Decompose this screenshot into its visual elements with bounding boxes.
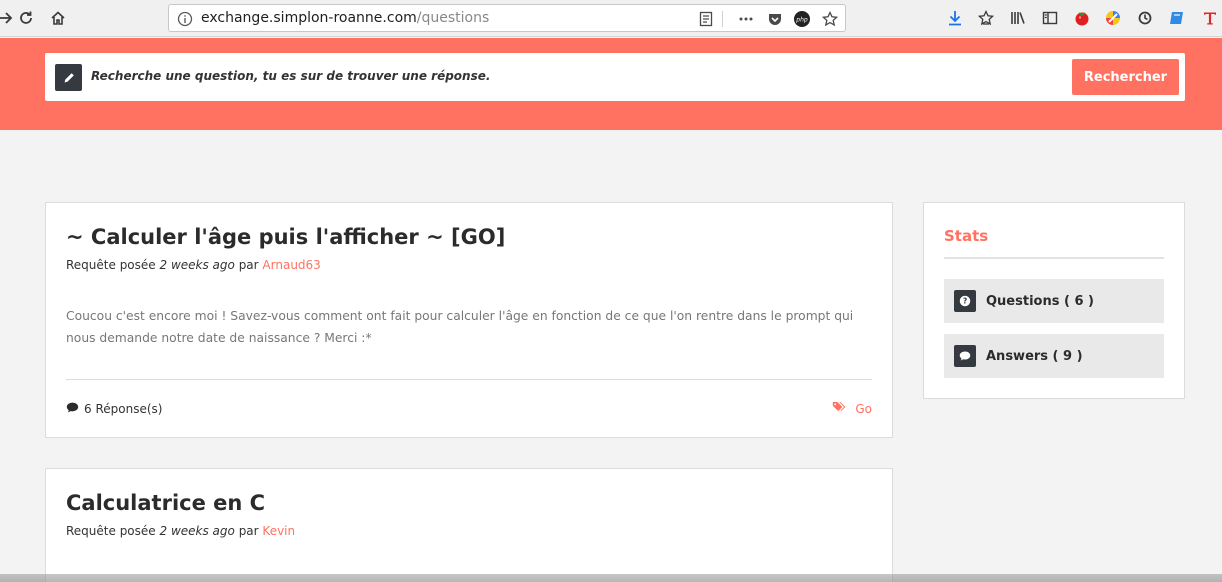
library-icon[interactable] — [1006, 6, 1030, 30]
meta-prefix: Requête posée — [66, 258, 156, 272]
answers-label: 6 Réponse(s) — [84, 402, 163, 416]
pocket-icon[interactable] — [766, 10, 784, 28]
question-title[interactable]: Calculatrice en C — [66, 491, 265, 515]
stats-title: Stats — [944, 227, 989, 245]
svg-text:?: ? — [963, 297, 967, 306]
tag-go[interactable]: Go — [855, 402, 872, 416]
colorpicker-extension-icon[interactable] — [1101, 6, 1125, 30]
bookmark-star-icon[interactable] — [821, 10, 839, 28]
question-icon: ? — [954, 290, 976, 312]
scroll-shadow — [0, 574, 1222, 582]
comment-icon — [66, 401, 79, 417]
tags-icon — [832, 401, 847, 416]
meta-time: 2 weeks ago — [159, 258, 235, 272]
browser-toolbar: exchange.simplon-roanne.com/questions ph… — [0, 0, 1222, 37]
answers-count[interactable]: 6 Réponse(s) — [66, 401, 162, 417]
stat-questions[interactable]: ? Questions ( 6 ) — [944, 279, 1164, 323]
author-link[interactable]: Arnaud63 — [262, 258, 320, 272]
sync-extension-icon[interactable] — [1133, 6, 1157, 30]
sidebar-icon[interactable] — [1038, 6, 1062, 30]
stats-panel: Stats ? Questions ( 6 ) Answers ( 9 ) — [923, 202, 1185, 399]
pencil-icon — [55, 64, 82, 91]
php-extension-icon[interactable]: php — [793, 10, 811, 28]
question-card: ~ Calculer l'âge puis l'afficher ~ [GO] … — [45, 202, 893, 438]
info-icon[interactable] — [177, 11, 193, 27]
meta-prefix: Requête posée — [66, 524, 156, 538]
stats-divider — [944, 257, 1164, 259]
url-host: exchange.simplon-roanne.com — [201, 10, 417, 26]
reader-view-icon[interactable] — [697, 10, 715, 28]
stat-answers-label: Answers ( 9 ) — [986, 348, 1083, 364]
url-path: /questions — [416, 10, 490, 26]
screenshot-extension-icon[interactable] — [1165, 6, 1189, 30]
home-icon[interactable] — [46, 6, 70, 30]
url-text[interactable]: exchange.simplon-roanne.com/questions — [201, 10, 489, 26]
url-separator — [722, 11, 723, 27]
search-button[interactable]: Rechercher — [1072, 59, 1179, 95]
question-card: Calculatrice en C Requête posée 2 weeks … — [45, 468, 893, 582]
svg-text:php: php — [795, 17, 808, 24]
divider — [66, 379, 872, 380]
meta-time: 2 weeks ago — [159, 524, 235, 538]
stat-questions-label: Questions ( 6 ) — [986, 293, 1094, 309]
translate-extension-icon[interactable] — [1198, 6, 1222, 30]
tomato-timer-icon[interactable] — [1070, 6, 1094, 30]
search-form: Recherche une question, tu es sur de tro… — [45, 53, 1185, 101]
question-meta: Requête posée 2 weeks ago par Kevin — [66, 524, 295, 538]
more-actions-icon[interactable] — [737, 10, 755, 28]
meta-by: par — [238, 258, 259, 272]
question-meta: Requête posée 2 weeks ago par Arnaud63 — [66, 258, 321, 272]
author-link[interactable]: Kevin — [262, 524, 295, 538]
url-bar[interactable]: exchange.simplon-roanne.com/questions ph… — [168, 4, 846, 32]
comment-icon — [954, 345, 976, 367]
question-title[interactable]: ~ Calculer l'âge puis l'afficher ~ [GO] — [66, 225, 505, 249]
bookmarks-star-icon[interactable] — [974, 6, 998, 30]
hero-banner: Recherche une question, tu es sur de tro… — [0, 38, 1222, 130]
reload-icon[interactable] — [14, 6, 38, 30]
question-body: Coucou c'est encore moi ! Savez-vous com… — [66, 309, 854, 345]
meta-by: par — [238, 524, 259, 538]
search-input[interactable]: Recherche une question, tu es sur de tro… — [91, 69, 490, 83]
download-icon[interactable] — [943, 6, 967, 30]
tag-list: Go — [832, 401, 872, 416]
stat-answers[interactable]: Answers ( 9 ) — [944, 334, 1164, 378]
